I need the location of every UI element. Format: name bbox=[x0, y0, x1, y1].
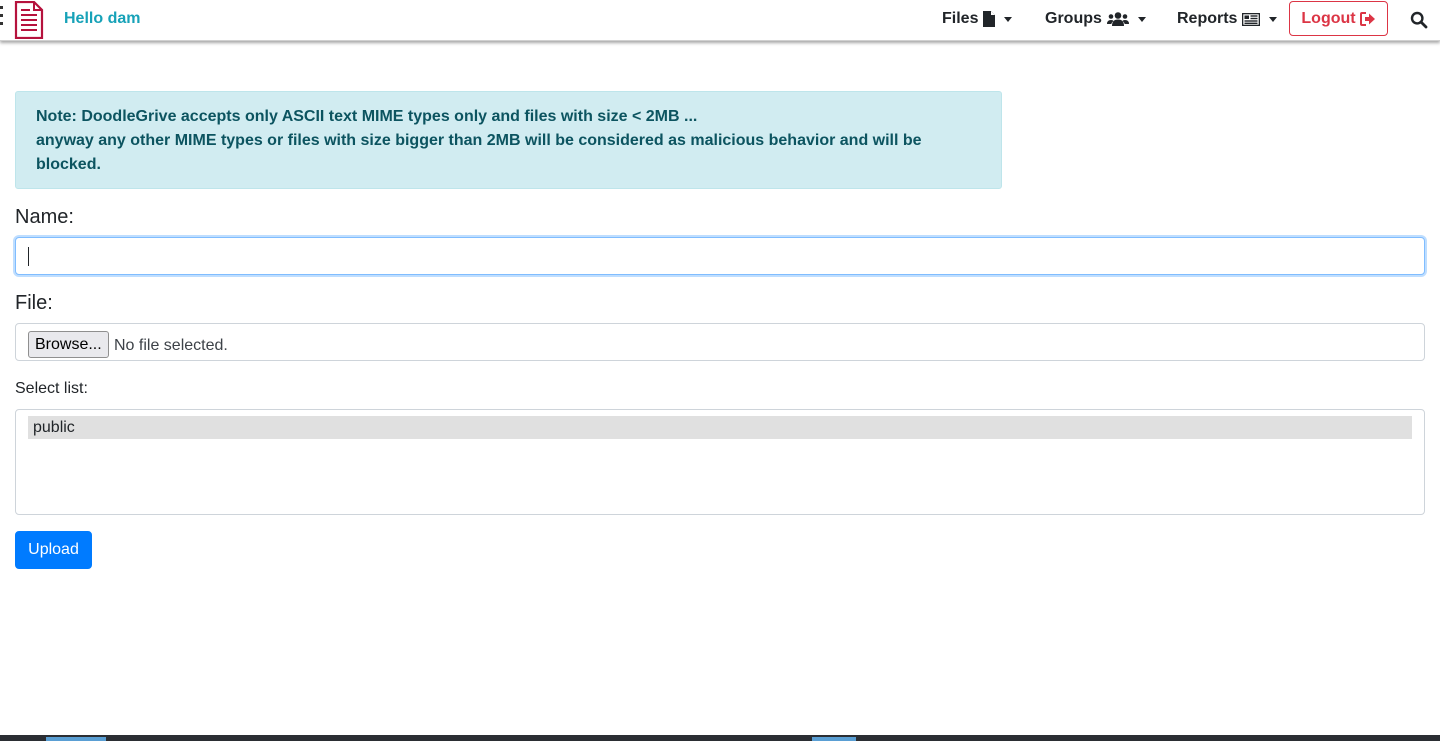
list-option-public[interactable]: public bbox=[28, 416, 1412, 439]
name-label: Name: bbox=[15, 206, 74, 228]
edge-marks bbox=[0, 6, 3, 25]
browse-button[interactable]: Browse... bbox=[28, 331, 109, 358]
upload-button[interactable]: Upload bbox=[15, 531, 92, 569]
text-cursor bbox=[28, 247, 29, 266]
nav-files-dropdown[interactable]: Files bbox=[942, 10, 1013, 28]
file-label: File: bbox=[15, 292, 53, 314]
list-select[interactable]: public bbox=[15, 409, 1425, 515]
name-input[interactable] bbox=[15, 237, 1425, 275]
file-status-text: No file selected. bbox=[114, 337, 228, 354]
logout-label: Logout bbox=[1301, 9, 1356, 27]
sign-out-icon bbox=[1359, 11, 1375, 26]
file-icon bbox=[983, 11, 996, 27]
top-navbar: Hello dam Files Groups Reports Logout bbox=[0, 0, 1440, 41]
greeting-link[interactable]: Hello dam bbox=[64, 10, 140, 28]
chevron-down-icon bbox=[1137, 17, 1146, 22]
document-icon[interactable] bbox=[13, 1, 45, 39]
chevron-down-icon bbox=[1269, 17, 1278, 22]
nav-groups-label: Groups bbox=[1045, 10, 1102, 27]
nav-groups-dropdown[interactable]: Groups bbox=[1045, 10, 1146, 28]
upload-note-alert: Note: DoodleGrive accepts only ASCII tex… bbox=[15, 91, 1002, 189]
logout-button[interactable]: Logout bbox=[1289, 1, 1388, 36]
nav-reports-label: Reports bbox=[1177, 10, 1238, 27]
newspaper-icon bbox=[1242, 12, 1261, 26]
taskbar-indicator bbox=[46, 737, 106, 741]
search-icon[interactable] bbox=[1410, 11, 1428, 29]
chevron-down-icon bbox=[1004, 17, 1013, 22]
select-list-label: Select list: bbox=[15, 380, 88, 397]
users-icon bbox=[1106, 12, 1129, 26]
file-input[interactable]: Browse... No file selected. bbox=[15, 323, 1425, 361]
alert-line-2: anyway any other MIME types or files wit… bbox=[36, 132, 922, 173]
taskbar-indicator bbox=[812, 737, 856, 741]
nav-reports-dropdown[interactable]: Reports bbox=[1177, 10, 1278, 28]
alert-line-1: Note: DoodleGrive accepts only ASCII tex… bbox=[36, 108, 698, 125]
os-taskbar bbox=[0, 735, 1440, 741]
nav-files-label: Files bbox=[942, 10, 979, 27]
